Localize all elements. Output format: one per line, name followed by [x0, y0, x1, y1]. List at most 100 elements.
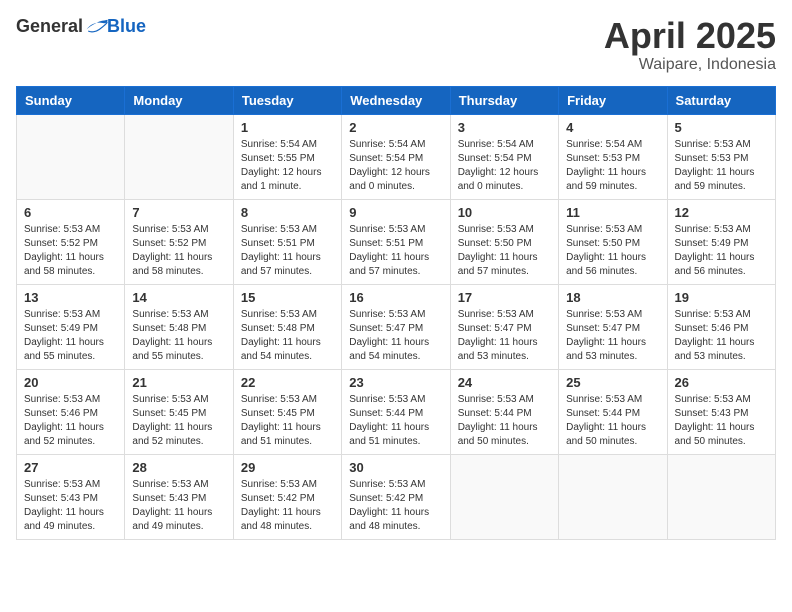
day-number: 29	[241, 460, 334, 475]
day-number: 5	[675, 120, 768, 135]
day-info: Sunrise: 5:53 AM Sunset: 5:51 PM Dayligh…	[349, 223, 442, 279]
day-number: 7	[132, 205, 225, 220]
calendar-cell	[450, 454, 558, 539]
day-number: 27	[24, 460, 117, 475]
day-number: 3	[458, 120, 551, 135]
day-info: Sunrise: 5:53 AM Sunset: 5:52 PM Dayligh…	[24, 223, 117, 279]
calendar-cell: 20 Sunrise: 5:53 AM Sunset: 5:46 PM Dayli…	[17, 369, 125, 454]
day-info: Sunrise: 5:53 AM Sunset: 5:46 PM Dayligh…	[675, 308, 768, 364]
calendar-cell: 4 Sunrise: 5:54 AM Sunset: 5:53 PM Daylig…	[559, 114, 667, 199]
calendar-cell: 25 Sunrise: 5:53 AM Sunset: 5:44 PM Dayli…	[559, 369, 667, 454]
day-number: 10	[458, 205, 551, 220]
logo-general: General	[16, 16, 83, 37]
day-info: Sunrise: 5:53 AM Sunset: 5:47 PM Dayligh…	[566, 308, 659, 364]
week-row-4: 20 Sunrise: 5:53 AM Sunset: 5:46 PM Dayli…	[17, 369, 776, 454]
day-info: Sunrise: 5:54 AM Sunset: 5:55 PM Dayligh…	[241, 138, 334, 194]
day-info: Sunrise: 5:53 AM Sunset: 5:48 PM Dayligh…	[132, 308, 225, 364]
day-info: Sunrise: 5:53 AM Sunset: 5:44 PM Dayligh…	[349, 393, 442, 449]
day-number: 14	[132, 290, 225, 305]
day-header-friday: Friday	[559, 86, 667, 114]
day-header-tuesday: Tuesday	[233, 86, 341, 114]
calendar-cell: 7 Sunrise: 5:53 AM Sunset: 5:52 PM Daylig…	[125, 199, 233, 284]
calendar-cell: 15Sunrise: 5:53 AM Sunset: 5:48 PM Dayli…	[233, 284, 341, 369]
calendar-cell: 11 Sunrise: 5:53 AM Sunset: 5:50 PM Dayli…	[559, 199, 667, 284]
day-number: 24	[458, 375, 551, 390]
calendar-cell: 14 Sunrise: 5:53 AM Sunset: 5:48 PM Dayli…	[125, 284, 233, 369]
calendar-cell: 28 Sunrise: 5:53 AM Sunset: 5:43 PM Dayli…	[125, 454, 233, 539]
day-number: 19	[675, 290, 768, 305]
day-number: 18	[566, 290, 659, 305]
day-number: 13	[24, 290, 117, 305]
calendar-cell: 21Sunrise: 5:53 AM Sunset: 5:45 PM Dayli…	[125, 369, 233, 454]
calendar-cell: 5 Sunrise: 5:53 AM Sunset: 5:53 PM Daylig…	[667, 114, 775, 199]
calendar-cell: 17Sunrise: 5:53 AM Sunset: 5:47 PM Dayli…	[450, 284, 558, 369]
day-info: Sunrise: 5:53 AM Sunset: 5:44 PM Dayligh…	[458, 393, 551, 449]
logo-bird-icon	[85, 17, 109, 37]
day-info: Sunrise: 5:53 AM Sunset: 5:49 PM Dayligh…	[24, 308, 117, 364]
day-number: 11	[566, 205, 659, 220]
calendar-header-row: SundayMondayTuesdayWednesdayThursdayFrid…	[17, 86, 776, 114]
day-number: 25	[566, 375, 659, 390]
location-title: Waipare, Indonesia	[604, 56, 776, 74]
day-info: Sunrise: 5:53 AM Sunset: 5:50 PM Dayligh…	[458, 223, 551, 279]
calendar-cell: 30 Sunrise: 5:53 AM Sunset: 5:42 PM Dayli…	[342, 454, 450, 539]
day-info: Sunrise: 5:53 AM Sunset: 5:46 PM Dayligh…	[24, 393, 117, 449]
day-number: 8	[241, 205, 334, 220]
day-info: Sunrise: 5:53 AM Sunset: 5:44 PM Dayligh…	[566, 393, 659, 449]
day-number: 21	[132, 375, 225, 390]
calendar-cell	[559, 454, 667, 539]
day-info: Sunrise: 5:53 AM Sunset: 5:52 PM Dayligh…	[132, 223, 225, 279]
week-row-3: 13 Sunrise: 5:53 AM Sunset: 5:49 PM Dayli…	[17, 284, 776, 369]
day-number: 23	[349, 375, 442, 390]
month-title: April 2025	[604, 16, 776, 56]
day-number: 2	[349, 120, 442, 135]
day-number: 22	[241, 375, 334, 390]
day-info: Sunrise: 5:53 AM Sunset: 5:42 PM Dayligh…	[349, 478, 442, 534]
day-number: 26	[675, 375, 768, 390]
day-info: Sunrise: 5:53 AM Sunset: 5:53 PM Dayligh…	[675, 138, 768, 194]
calendar-cell: 24 Sunrise: 5:53 AM Sunset: 5:44 PM Dayli…	[450, 369, 558, 454]
day-number: 20	[24, 375, 117, 390]
day-header-thursday: Thursday	[450, 86, 558, 114]
day-info: Sunrise: 5:54 AM Sunset: 5:54 PM Dayligh…	[349, 138, 442, 194]
week-row-5: 27 Sunrise: 5:53 AM Sunset: 5:43 PM Dayli…	[17, 454, 776, 539]
day-number: 9	[349, 205, 442, 220]
calendar-cell: 9 Sunrise: 5:53 AM Sunset: 5:51 PM Daylig…	[342, 199, 450, 284]
day-info: Sunrise: 5:53 AM Sunset: 5:45 PM Dayligh…	[241, 393, 334, 449]
day-info: Sunrise: 5:53 AM Sunset: 5:43 PM Dayligh…	[675, 393, 768, 449]
day-number: 6	[24, 205, 117, 220]
day-info: Sunrise: 5:53 AM Sunset: 5:47 PM Dayligh…	[458, 308, 551, 364]
day-info: Sunrise: 5:53 AM Sunset: 5:47 PM Dayligh…	[349, 308, 442, 364]
calendar-cell: 23 Sunrise: 5:53 AM Sunset: 5:44 PM Dayli…	[342, 369, 450, 454]
calendar-cell: 10 Sunrise: 5:53 AM Sunset: 5:50 PM Dayli…	[450, 199, 558, 284]
day-header-wednesday: Wednesday	[342, 86, 450, 114]
day-number: 1	[241, 120, 334, 135]
calendar-cell: 12Sunrise: 5:53 AM Sunset: 5:49 PM Dayli…	[667, 199, 775, 284]
calendar-cell: 29Sunrise: 5:53 AM Sunset: 5:42 PM Dayli…	[233, 454, 341, 539]
calendar-cell: 27Sunrise: 5:53 AM Sunset: 5:43 PM Dayli…	[17, 454, 125, 539]
calendar-cell: 3Sunrise: 5:54 AM Sunset: 5:54 PM Daylig…	[450, 114, 558, 199]
calendar-cell	[667, 454, 775, 539]
logo-blue: Blue	[107, 16, 146, 37]
calendar-cell: 2 Sunrise: 5:54 AM Sunset: 5:54 PM Daylig…	[342, 114, 450, 199]
calendar-cell: 6 Sunrise: 5:53 AM Sunset: 5:52 PM Daylig…	[17, 199, 125, 284]
day-info: Sunrise: 5:53 AM Sunset: 5:43 PM Dayligh…	[132, 478, 225, 534]
calendar-cell: 13 Sunrise: 5:53 AM Sunset: 5:49 PM Dayli…	[17, 284, 125, 369]
day-number: 30	[349, 460, 442, 475]
day-header-monday: Monday	[125, 86, 233, 114]
calendar-cell: 22 Sunrise: 5:53 AM Sunset: 5:45 PM Dayli…	[233, 369, 341, 454]
calendar-cell: 18 Sunrise: 5:53 AM Sunset: 5:47 PM Dayli…	[559, 284, 667, 369]
calendar-cell	[17, 114, 125, 199]
calendar-cell: 8Sunrise: 5:53 AM Sunset: 5:51 PM Daylig…	[233, 199, 341, 284]
calendar-cell	[125, 114, 233, 199]
day-info: Sunrise: 5:53 AM Sunset: 5:48 PM Dayligh…	[241, 308, 334, 364]
day-info: Sunrise: 5:53 AM Sunset: 5:50 PM Dayligh…	[566, 223, 659, 279]
title-area: April 2025 Waipare, Indonesia	[604, 16, 776, 74]
day-number: 12	[675, 205, 768, 220]
day-info: Sunrise: 5:54 AM Sunset: 5:53 PM Dayligh…	[566, 138, 659, 194]
logo: General Blue	[16, 16, 146, 37]
calendar-cell: 16Sunrise: 5:53 AM Sunset: 5:47 PM Dayli…	[342, 284, 450, 369]
header: General Blue April 2025 Waipare, Indones…	[16, 16, 776, 74]
day-number: 28	[132, 460, 225, 475]
day-number: 4	[566, 120, 659, 135]
